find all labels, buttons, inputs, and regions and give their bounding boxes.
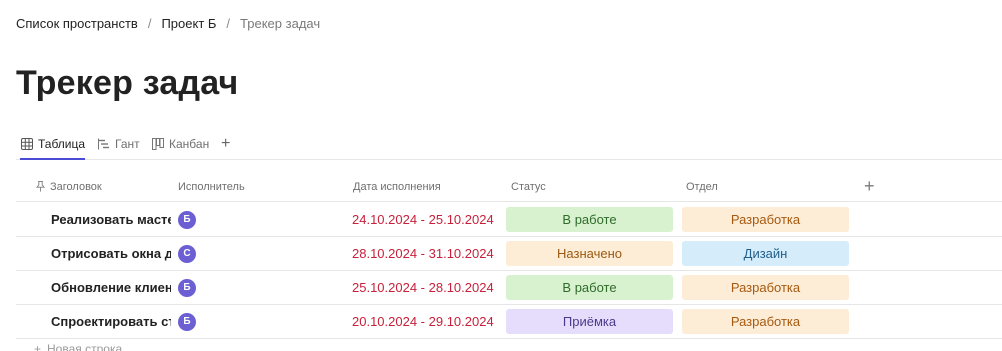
table-row[interactable]: Спроектировать стр Б 20.10.2024 - 29.10.… [16,305,1002,339]
status-badge[interactable]: Назначено [506,241,673,266]
breadcrumb: Список пространств / Проект Б / Трекер з… [16,16,320,31]
breadcrumb-separator: / [147,16,152,31]
task-title[interactable]: Спроектировать стр [51,305,171,338]
dept-badge[interactable]: Разработка [682,309,849,334]
view-tabs: Таблица Гант Канбан + [16,128,1002,160]
plus-icon: + [34,342,42,351]
avatar[interactable]: Б [178,278,196,297]
table-row[interactable]: Отрисовать окна дл С 28.10.2024 - 31.10.… [16,237,1002,271]
breadcrumb-project-link[interactable]: Проект Б [161,16,216,31]
breadcrumb-spaces-link[interactable]: Список пространств [16,16,138,31]
add-view-button[interactable]: + [221,128,230,159]
tab-label: Канбан [169,136,210,151]
new-row-label: Новая строка [47,342,123,351]
status-badge[interactable]: В работе [506,275,673,300]
table-row[interactable]: Обновление клиент Б 25.10.2024 - 28.10.2… [16,271,1002,305]
status-badge[interactable]: Приёмка [506,309,673,334]
dept-badge[interactable]: Разработка [682,275,849,300]
tab-gantt[interactable]: Гант [97,128,140,159]
column-header-label: Заголовок [50,180,102,193]
column-header-dept[interactable]: Отдел [686,172,718,201]
column-header-title[interactable]: Заголовок [36,172,102,201]
add-column-button[interactable]: + [864,176,875,197]
kanban-icon [151,137,165,151]
avatar[interactable]: Б [178,210,196,229]
table-header: Заголовок Исполнитель Дата исполнения Ст… [16,172,1002,202]
dept-badge[interactable]: Дизайн [682,241,849,266]
due-date[interactable]: 28.10.2024 - 31.10.2024 [352,237,502,270]
new-row-button[interactable]: + Новая строка [34,342,122,351]
column-header-status[interactable]: Статус [511,172,546,201]
dept-badge[interactable]: Разработка [682,207,849,232]
column-header-due[interactable]: Дата исполнения [353,172,441,201]
breadcrumb-separator: / [226,16,231,31]
tab-kanban[interactable]: Канбан [151,128,209,159]
page-title: Трекер задач [16,64,239,102]
due-date[interactable]: 24.10.2024 - 25.10.2024 [352,203,502,236]
due-date[interactable]: 20.10.2024 - 29.10.2024 [352,305,502,338]
column-header-assignee[interactable]: Исполнитель [178,172,245,201]
avatar[interactable]: Б [178,312,196,331]
plus-icon: + [221,134,231,152]
gantt-icon [97,137,111,151]
tab-label: Гант [115,136,140,151]
due-date[interactable]: 25.10.2024 - 28.10.2024 [352,271,502,304]
table-row[interactable]: Реализовать мастер Б 24.10.2024 - 25.10.… [16,203,1002,237]
breadcrumb-current: Трекер задач [240,16,321,31]
tab-table[interactable]: Таблица [20,128,86,160]
task-title[interactable]: Отрисовать окна дл [51,237,171,270]
table-icon [20,137,34,151]
status-badge[interactable]: В работе [506,207,673,232]
tab-label: Таблица [38,136,86,151]
pin-icon [36,181,45,192]
avatar[interactable]: С [178,244,196,263]
plus-icon: + [864,176,875,196]
task-title[interactable]: Реализовать мастер [51,203,171,236]
task-title[interactable]: Обновление клиент [51,271,171,304]
